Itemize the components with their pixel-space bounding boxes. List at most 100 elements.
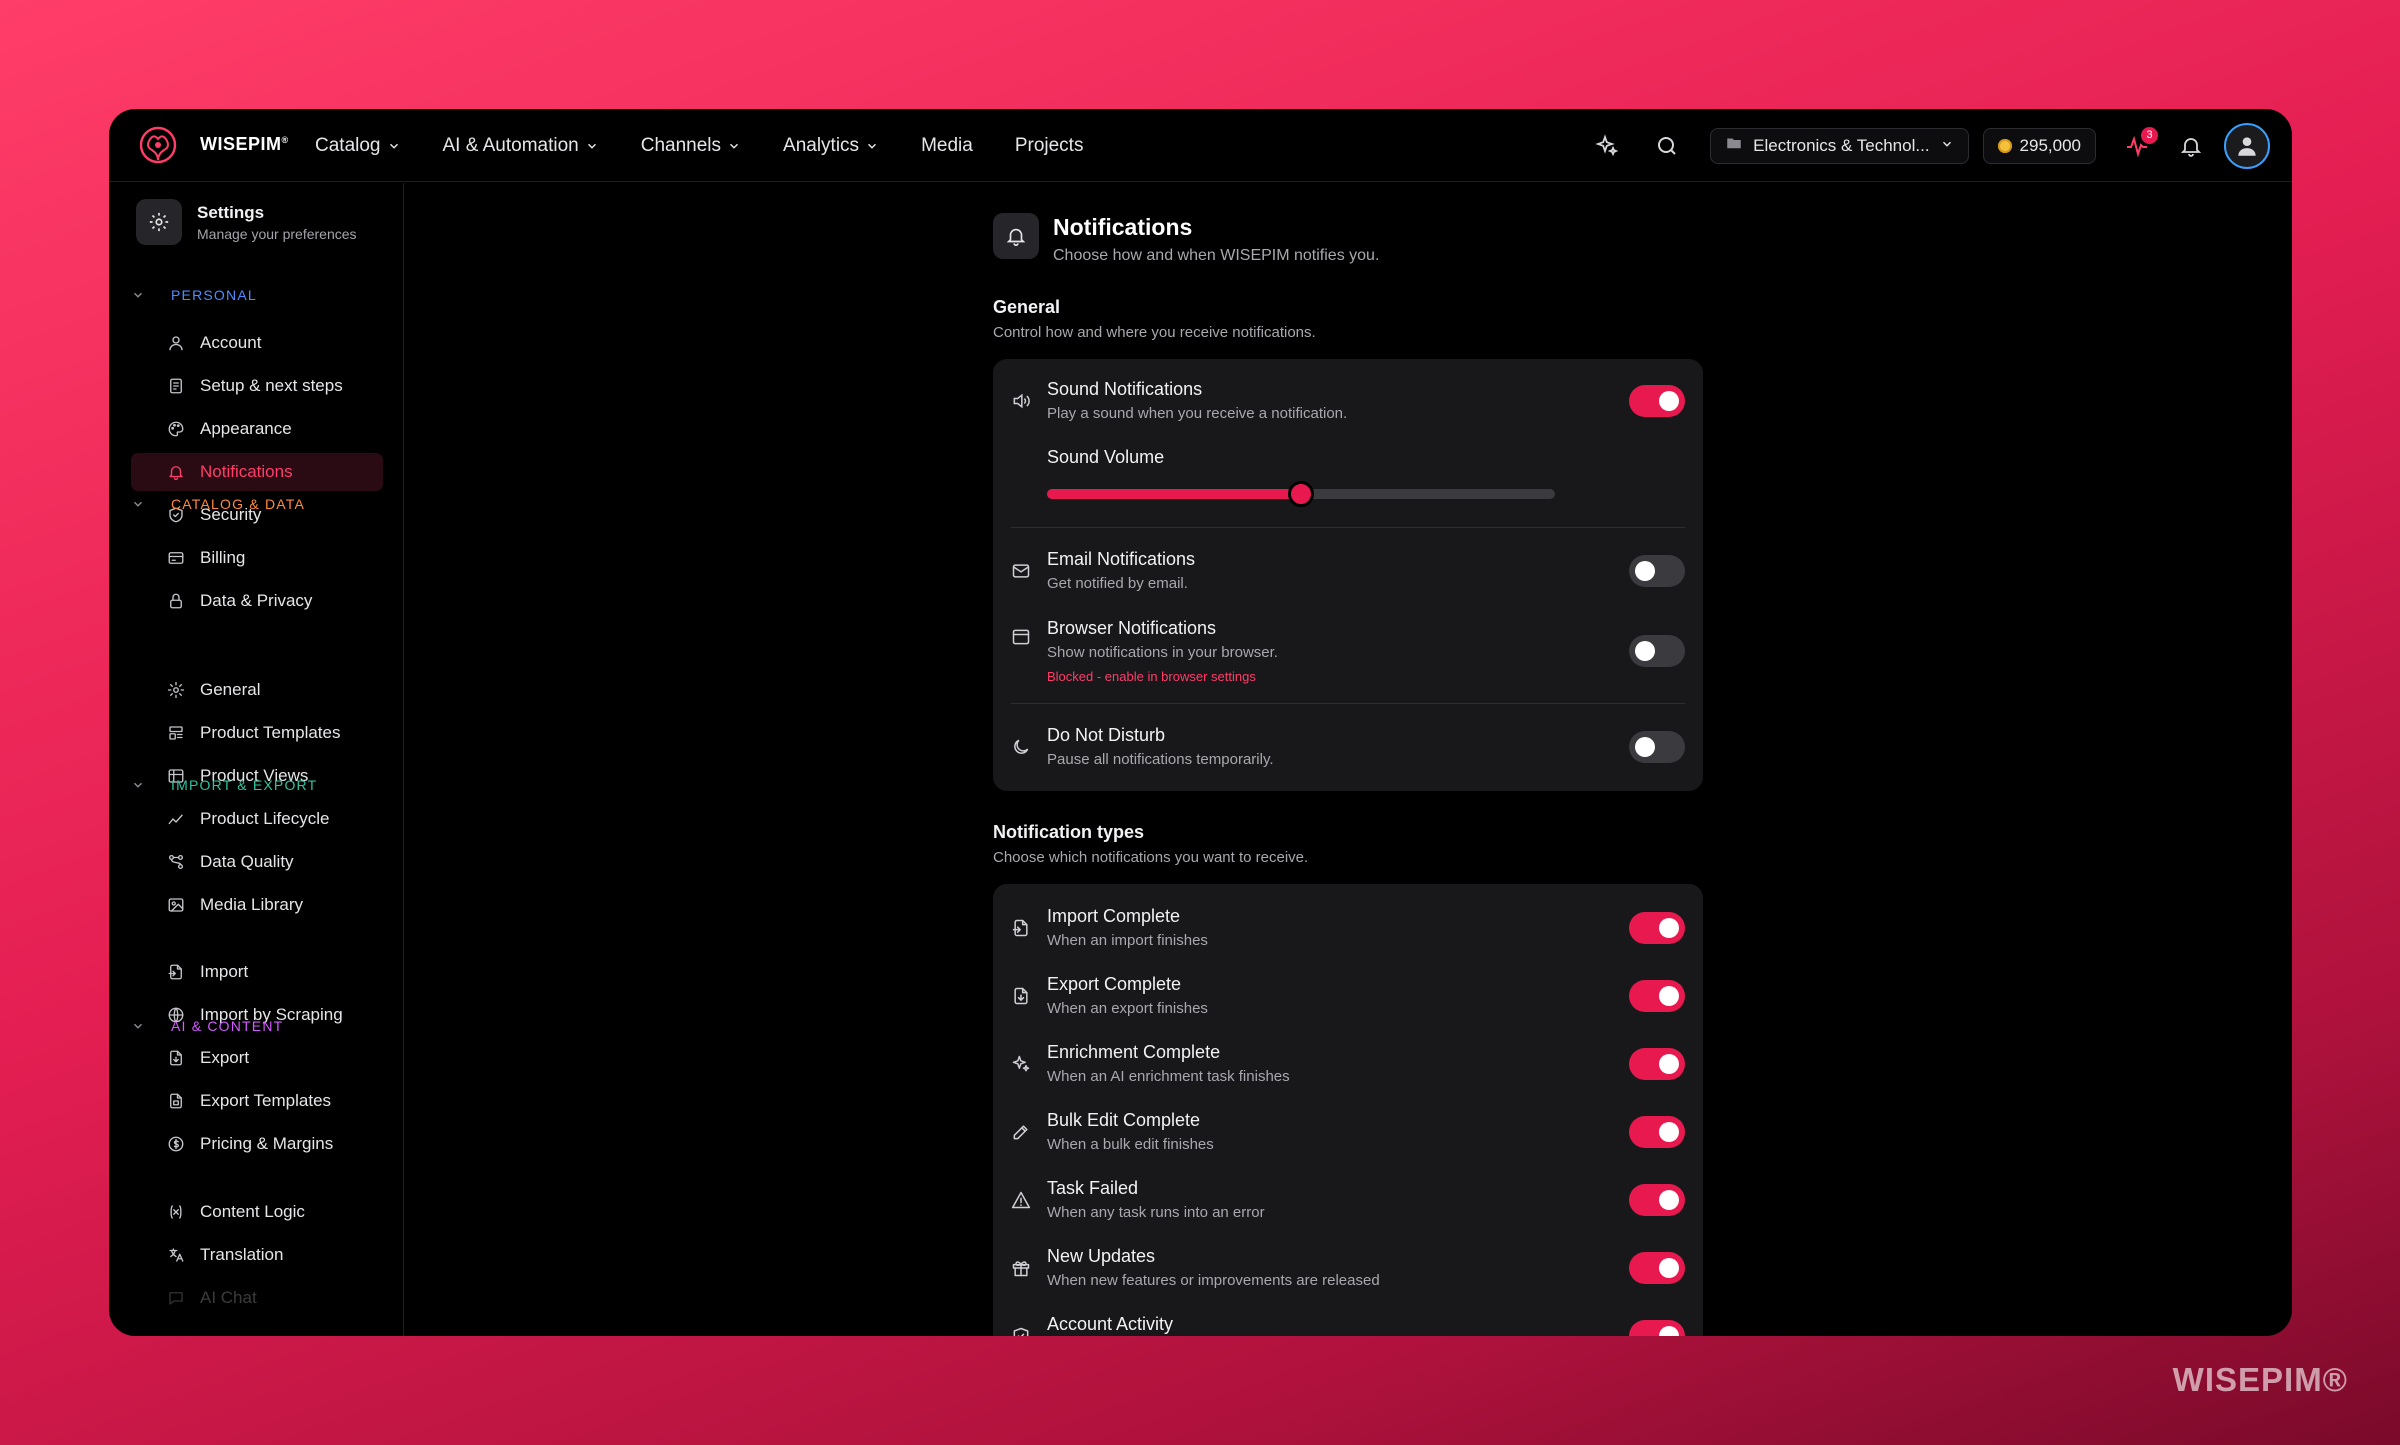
type-toggle[interactable] [1629,912,1685,944]
nav-projects[interactable]: Projects [1015,135,1084,157]
activity-icon[interactable]: 3 [2124,126,2158,159]
sidebar-item-label: Account [200,333,262,352]
user-icon [167,334,185,352]
gear-icon [167,681,185,699]
sidebar-item-product-templates[interactable]: Product Templates [131,714,383,752]
notification-type-row: Account Activity [993,1302,1703,1336]
gear-icon [136,199,182,245]
email-subtitle: Get notified by email. [1047,575,1188,592]
section-label: PERSONAL [171,287,257,303]
avatar[interactable] [2224,122,2270,169]
bell-icon[interactable] [2178,133,2204,159]
workspace-selector[interactable]: Electronics & Technol... [1710,127,1969,164]
type-toggle[interactable] [1629,1320,1685,1336]
dollar-circle-icon [167,1135,185,1153]
sparkles-icon [1011,1054,1031,1074]
logo-icon[interactable] [137,125,179,165]
dnd-toggle[interactable] [1629,731,1685,763]
translate-icon [167,1246,185,1264]
top-bar: WISEPIM® Catalog AI & Automation Channels A… [109,109,2292,182]
sound-toggle[interactable] [1629,385,1685,417]
sidebar-subtitle: Manage your preferences [197,225,357,242]
divider [1011,703,1685,704]
search-icon[interactable] [1654,133,1680,159]
page-subtitle: Choose how and when WISEPIM notifies you… [1053,247,1380,264]
credits-badge[interactable]: 295,000 [1982,127,2096,164]
sidebar-section-personal[interactable]: PERSONAL [131,287,257,303]
mail-icon [1011,561,1031,581]
type-subtitle: When an export finishes [1047,1000,1208,1017]
sidebar-item-pricing-margins[interactable]: Pricing & Margins [131,1125,383,1163]
speaker-icon [1011,391,1031,411]
sidebar-item-label: Notifications [200,462,293,481]
sidebar-item-account[interactable]: Account [131,324,383,362]
file-export-icon [167,1049,185,1067]
sidebar-item-label: Billing [200,548,246,567]
nav-analytics[interactable]: Analytics [783,135,879,157]
nav-label: Analytics [783,134,860,156]
sidebar-item-billing[interactable]: Billing [131,539,383,577]
type-subtitle: When an AI enrichment task finishes [1047,1068,1290,1085]
sidebar-section-ai-content[interactable]: AI & CONTENT [131,1018,283,1034]
browser-toggle[interactable] [1629,635,1685,667]
app-window: WISEPIM® Catalog AI & Automation Channels A… [109,109,2292,1336]
type-toggle[interactable] [1629,1116,1685,1148]
sidebar-item-label: Content Logic [200,1202,305,1221]
nav-label: AI & Automation [442,134,579,156]
page-header: Notifications Choose how and when WISEPI… [993,213,1379,265]
sound-subtitle: Play a sound when you receive a notifica… [1047,405,1348,422]
nav-channels[interactable]: Channels [641,135,741,157]
volume-thumb[interactable] [1288,481,1314,507]
sidebar-item-setup-next-steps[interactable]: Setup & next steps [131,367,383,405]
sidebar-item-export[interactable]: Export [131,1039,383,1077]
dnd-title: Do Not Disturb [1047,725,1166,745]
sidebar-item-label: Translation [200,1245,284,1264]
sidebar-item-data-privacy[interactable]: Data & Privacy [131,582,383,620]
sidebar-item-translation[interactable]: Translation [131,1236,383,1274]
edit-icon [1011,1122,1031,1142]
email-title: Email Notifications [1047,549,1196,569]
email-toggle[interactable] [1629,555,1685,587]
chevron-down-icon [585,139,599,153]
watermark: WISEPIM® [2172,1361,2348,1398]
type-title: New Updates [1047,1246,1156,1266]
type-toggle[interactable] [1629,980,1685,1012]
type-subtitle: When an import finishes [1047,932,1208,949]
ai-sparkle-icon[interactable] [1594,133,1620,159]
type-toggle[interactable] [1629,1252,1685,1284]
logo-text[interactable]: WISEPIM® [200,134,289,155]
nav-label: Catalog [315,134,381,156]
sidebar-item-data-quality[interactable]: Data Quality [131,843,383,881]
chevron-down-icon [387,139,401,153]
type-toggle[interactable] [1629,1048,1685,1080]
nav-catalog[interactable]: Catalog [315,135,401,157]
sidebar-item-label: Data Quality [200,852,294,871]
nav-ai-automation[interactable]: AI & Automation [443,135,599,157]
sidebar-item-notifications[interactable]: Notifications [131,453,383,491]
volume-slider[interactable] [1047,481,1555,507]
types-card: Import Complete When an import finishes Ex… [993,884,1703,1336]
chart-line-icon [167,810,185,828]
sidebar-item-general[interactable]: General [131,671,383,709]
template-icon [167,724,185,742]
sidebar-section-catalog-data[interactable]: CATALOG & DATA [131,496,305,512]
sidebar-item-content-logic[interactable]: Content Logic [131,1193,383,1231]
credit-card-icon [167,549,185,567]
type-subtitle: When a bulk edit finishes [1047,1136,1214,1153]
types-title: Notification types [993,822,1145,842]
sidebar-item-label: Export Templates [200,1091,332,1110]
sidebar-item-product-lifecycle[interactable]: Product Lifecycle [131,800,383,838]
chevron-down-icon [1940,136,1954,156]
sidebar-section-import-export[interactable]: IMPORT & EXPORT [131,777,317,793]
sidebar-item-export-templates[interactable]: Export Templates [131,1082,383,1120]
sidebar-item-media-library[interactable]: Media Library [131,886,383,924]
moon-icon [1011,737,1031,757]
sidebar-item-ai-chat[interactable]: AI Chat [131,1279,383,1317]
sidebar-item-import[interactable]: Import [131,953,383,991]
nav-media[interactable]: Media [921,135,973,157]
sidebar-item-label: Product Lifecycle [200,809,330,828]
gift-icon [1011,1258,1031,1278]
sidebar-item-appearance[interactable]: Appearance [131,410,383,448]
type-toggle[interactable] [1629,1184,1685,1216]
notification-type-row: Bulk Edit Complete When a bulk edit finis… [993,1098,1703,1166]
